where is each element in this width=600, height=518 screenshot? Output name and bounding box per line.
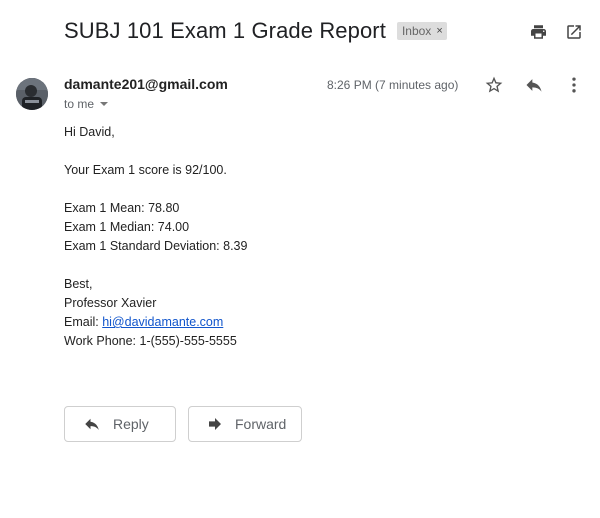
email-body: Hi David, Your Exam 1 score is 92/100. E… — [64, 123, 247, 351]
message-actions — [484, 75, 584, 95]
median-line: Exam 1 Median: 74.00 — [64, 220, 190, 234]
email-subject: SUBJ 101 Exam 1 Grade Report — [64, 18, 386, 43]
signature-name: Professor Xavier — [64, 296, 157, 310]
top-toolbar — [528, 22, 584, 42]
email-view: SUBJ 101 Exam 1 Grade Report Inbox × dam… — [0, 0, 600, 518]
recipient-details-toggle[interactable]: to me — [64, 97, 109, 111]
email-timestamp: 8:26 PM (7 minutes ago) — [327, 78, 459, 92]
closing: Best, — [64, 277, 93, 291]
mean-line: Exam 1 Mean: 78.80 — [64, 201, 180, 215]
reply-icon[interactable] — [524, 75, 544, 95]
recipient-text: to me — [64, 97, 95, 111]
open-in-new-icon[interactable] — [564, 22, 584, 42]
email-prefix: Email: — [64, 315, 103, 329]
greeting: Hi David, — [64, 125, 115, 139]
caret-down-icon — [100, 102, 109, 106]
remove-label-icon[interactable]: × — [436, 25, 442, 37]
forward-icon — [207, 416, 223, 432]
reply-icon — [83, 415, 101, 433]
stddev-line: Exam 1 Standard Deviation: 8.39 — [64, 239, 248, 253]
signature-email-line: Email: hi@davidamante.com — [64, 313, 247, 332]
star-icon[interactable] — [484, 75, 504, 95]
reply-label: Reply — [113, 416, 149, 432]
signature-phone: Work Phone: 1-(555)-555-5555 — [64, 334, 237, 348]
forward-label: Forward — [235, 416, 287, 432]
inbox-label-chip[interactable]: Inbox × — [396, 22, 447, 40]
subject-row: SUBJ 101 Exam 1 Grade Report Inbox × — [64, 18, 447, 44]
sender-address[interactable]: damante201@gmail.com — [64, 76, 228, 92]
score-line: Your Exam 1 score is 92/100. — [64, 163, 227, 177]
signature-email-link[interactable]: hi@davidamante.com — [102, 315, 223, 329]
avatar[interactable] — [16, 78, 48, 110]
reply-button[interactable]: Reply — [64, 406, 176, 442]
forward-button[interactable]: Forward — [188, 406, 302, 442]
printer-icon[interactable] — [528, 22, 548, 42]
label-text: Inbox — [401, 24, 432, 38]
more-vert-icon[interactable] — [564, 75, 584, 95]
reply-forward-actions: Reply Forward — [64, 406, 302, 442]
